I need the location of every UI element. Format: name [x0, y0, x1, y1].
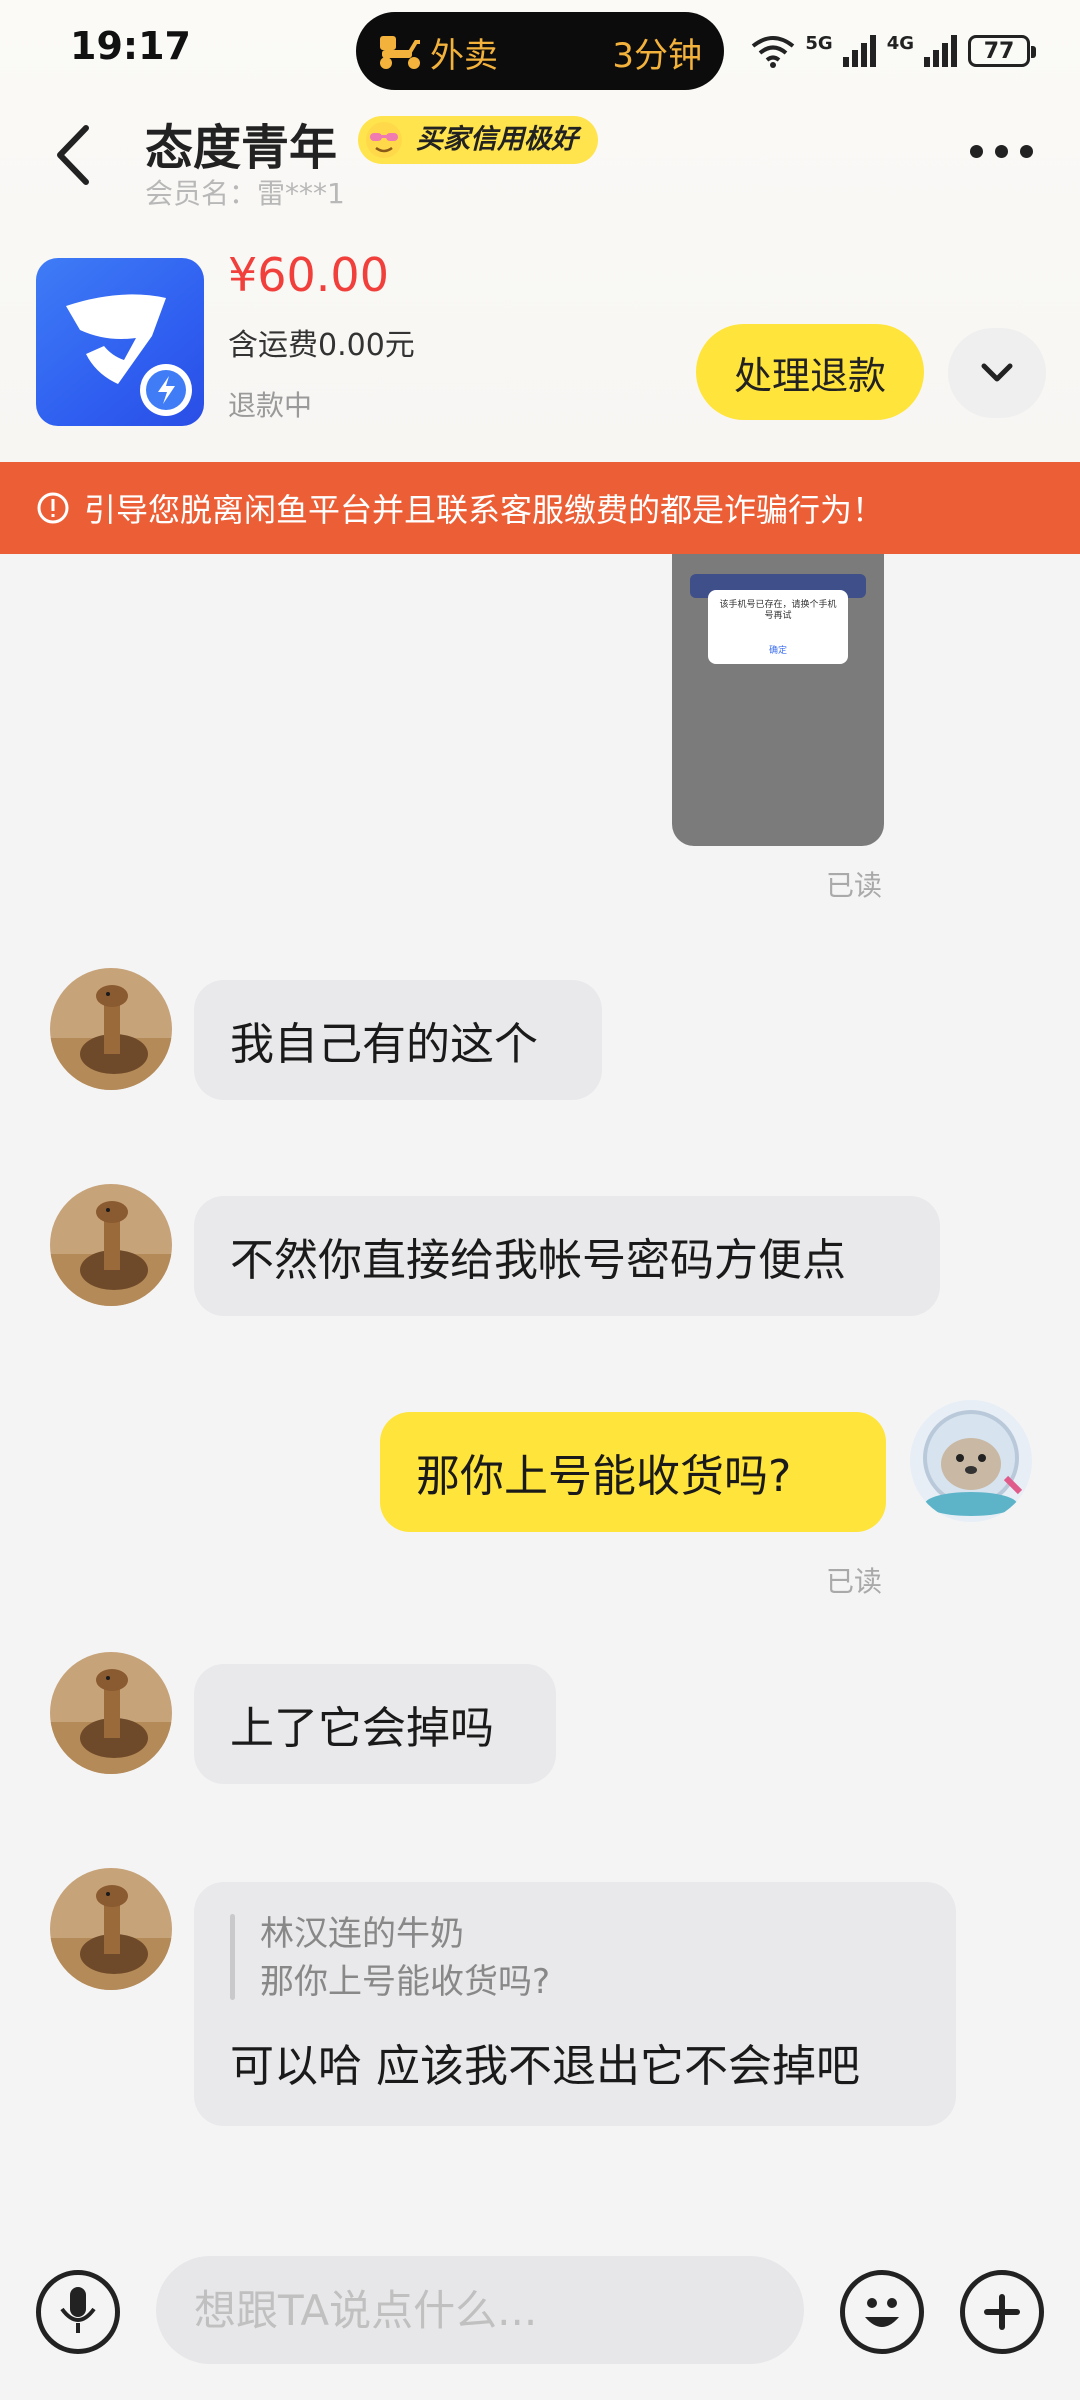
add-attachment-button[interactable] — [960, 2270, 1044, 2354]
member-name: 会员名：雷***1 — [145, 177, 345, 210]
input-bar — [0, 2240, 1080, 2400]
delivery-island[interactable]: 外卖 3分钟 — [356, 12, 724, 90]
signal-5g-icon — [842, 35, 876, 67]
emoji-icon — [865, 2298, 899, 2327]
contact-name: 态度青年 — [145, 120, 338, 176]
shipping-fee: 含运费0.00元 — [228, 328, 415, 363]
giraffe-avatar-icon — [50, 1652, 172, 1774]
voice-button[interactable] — [36, 2270, 120, 2354]
quote-bar — [230, 1914, 235, 2000]
giraffe-avatar-icon — [50, 1184, 172, 1306]
signal-4g-icon — [924, 35, 957, 67]
message-input[interactable] — [156, 2256, 804, 2364]
my-avatar[interactable] — [910, 1400, 1032, 1522]
warning-text: 引导您脱离闲鱼平台并且联系客服缴费的都是诈骗行为！ — [84, 491, 885, 529]
status-icons: 5G 4G 77 — [751, 26, 1036, 76]
back-icon[interactable] — [48, 120, 98, 190]
read-receipt: 已读 — [826, 869, 883, 902]
avatar[interactable] — [50, 1184, 172, 1306]
avatar[interactable] — [50, 1652, 172, 1774]
process-refund-button[interactable]: 处理退款 — [696, 324, 924, 420]
wifi-icon — [752, 36, 795, 68]
fraud-warning-banner: 引导您脱离闲鱼平台并且联系客服缴费的都是诈骗行为！ — [0, 462, 1080, 554]
chevron-down-icon — [981, 363, 1013, 382]
battery-icon: 77 — [968, 35, 1036, 67]
dot-icon — [995, 144, 1008, 158]
chat-area[interactable]: 该手机号已存在，请换个手机号再试 确定 已读 我自己有的这个 不然你直接给我帐号… — [0, 554, 1080, 2240]
plus-icon — [984, 2294, 1020, 2330]
dot-icon — [1020, 144, 1033, 158]
avatar[interactable] — [50, 968, 172, 1090]
product-price: ¥60.00 — [228, 248, 389, 302]
message-bubble[interactable]: 上了它会掉吗 — [194, 1664, 556, 1784]
expand-button[interactable] — [948, 328, 1046, 418]
network-5g-label: 5G — [805, 32, 833, 54]
message-bubble[interactable]: 不然你直接给我帐号密码方便点 — [194, 1196, 940, 1316]
screenshot-dialog-ok: 确定 — [768, 646, 787, 656]
status-bar: 19:17 外卖 3分钟 5G 4G 77 — [0, 0, 1080, 100]
network-4g-label: 4G — [886, 32, 914, 54]
message-bubble[interactable]: 我自己有的这个 — [194, 980, 602, 1100]
product-image[interactable] — [36, 258, 204, 426]
delivery-label: 外卖 — [430, 36, 498, 76]
screenshot-dialog: 该手机号已存在，请换个手机号再试 确定 — [708, 590, 848, 664]
otter-avatar-icon — [910, 1400, 1032, 1522]
credit-badge[interactable]: 买家信用极好 — [358, 116, 598, 164]
quote-author: 林汉连的牛奶 — [260, 1914, 464, 1954]
app-logo-icon — [66, 294, 192, 416]
my-message-bubble[interactable]: 那你上号能收货吗? — [380, 1412, 886, 1532]
reply-text: 可以哈 应该我不退出它不会掉吧 — [230, 2041, 860, 2092]
giraffe-avatar-icon — [50, 1868, 172, 1990]
more-options-button[interactable] — [970, 140, 1034, 162]
credit-badge-label: 买家信用极好 — [416, 124, 578, 155]
delivery-time: 3分钟 — [612, 36, 702, 76]
emoji-button[interactable] — [840, 2270, 924, 2354]
refund-status: 退款中 — [228, 389, 313, 422]
read-receipt: 已读 — [826, 1565, 883, 1598]
image-message[interactable]: 该手机号已存在，请换个手机号再试 确定 — [672, 554, 884, 846]
battery-level: 77 — [983, 38, 1015, 64]
status-time: 19:17 — [70, 24, 191, 68]
quote-text: 那你上号能收货吗? — [260, 1962, 551, 2002]
screenshot-dialog-text: 该手机号已存在，请换个手机号再试 — [719, 600, 837, 621]
avatar[interactable] — [50, 1868, 172, 1990]
warning-icon — [37, 492, 69, 524]
quoted-message-bubble[interactable]: 林汉连的牛奶 那你上号能收货吗? 可以哈 应该我不退出它不会掉吧 — [194, 1882, 956, 2126]
scooter-icon — [380, 36, 420, 69]
microphone-icon — [60, 2287, 96, 2333]
giraffe-avatar-icon — [50, 968, 172, 1090]
dot-icon — [970, 144, 983, 158]
cool-face-icon — [366, 122, 402, 158]
